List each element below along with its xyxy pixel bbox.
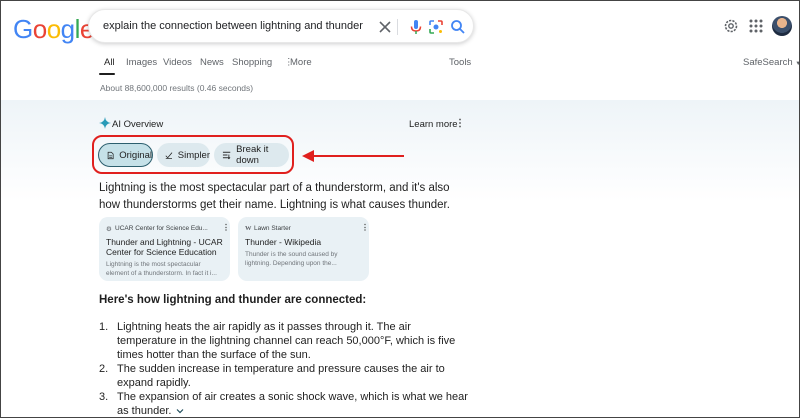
ai-overview-title: AI Overview: [112, 119, 164, 130]
list-item: 1. Lightning heats the air rapidly as it…: [99, 320, 469, 362]
list-item: 3. The expansion of air creates a sonic …: [99, 390, 469, 418]
overview-text: Lightning is the most spectacular part o…: [99, 182, 450, 211]
section-heading: Here's how lightning and thunder are con…: [99, 294, 367, 306]
step-text: Lightning heats the air rapidly as it pa…: [117, 321, 456, 361]
safesearch-button[interactable]: SafeSearch ▼: [743, 57, 800, 68]
active-tab-indicator: [99, 73, 115, 75]
source-site: Lawn Starter: [254, 225, 291, 232]
chip-break-it-down-label: Break it down: [236, 144, 269, 166]
tab-all[interactable]: All: [104, 57, 115, 68]
tab-news[interactable]: News: [200, 57, 224, 68]
chip-original-label: Original: [119, 149, 152, 161]
chip-simpler-label: Simpler: [177, 149, 210, 161]
results-count: About 88,600,000 results (0.46 seconds): [100, 83, 254, 93]
simplify-icon: [165, 152, 173, 159]
search-icon[interactable]: [449, 18, 467, 36]
chevron-down-icon[interactable]: [175, 407, 185, 415]
source-title[interactable]: Thunder - Wikipedia: [245, 237, 363, 247]
account-avatar[interactable]: [772, 16, 792, 36]
steps-list: 1. Lightning heats the air rapidly as it…: [99, 320, 469, 418]
source-card[interactable]: ⚙ UCAR Center for Science Edu... ⋮ Thund…: [99, 217, 230, 281]
ucar-favicon-icon: ⚙: [106, 226, 112, 233]
chip-original[interactable]: Original: [98, 143, 153, 167]
dropdown-caret-icon: ▼: [795, 61, 800, 67]
list-icon: [222, 151, 231, 160]
tab-videos[interactable]: Videos: [163, 57, 192, 68]
chip-simpler[interactable]: Simpler: [157, 143, 210, 167]
search-box[interactable]: explain the connection between lightning…: [88, 9, 474, 43]
learn-more-link[interactable]: Learn more: [409, 119, 458, 130]
apps-grid-icon[interactable]: [747, 17, 765, 35]
step-text: The sudden increase in temperature and p…: [117, 363, 445, 389]
microphone-icon[interactable]: [407, 18, 425, 36]
logo-letter: G: [13, 14, 33, 44]
source-snippet: Thunder is the sound caused by lightning…: [245, 251, 338, 267]
tab-images[interactable]: Images: [126, 57, 157, 68]
lens-icon[interactable]: [427, 18, 445, 36]
search-input[interactable]: explain the connection between lightning…: [103, 20, 363, 32]
logo-letter: g: [60, 14, 75, 44]
tab-more[interactable]: More: [290, 57, 312, 68]
list-number: 3.: [99, 391, 109, 403]
logo-letter: o: [32, 14, 47, 44]
step-text: The expansion of air creates a sonic sho…: [117, 391, 468, 417]
list-number: 1.: [99, 321, 109, 333]
wikipedia-favicon-icon: W: [245, 225, 252, 232]
safesearch-label: SafeSearch: [743, 57, 793, 68]
annotation-arrow: [302, 150, 404, 162]
source-title[interactable]: Thunder and Lightning - UCAR Center for …: [106, 237, 224, 257]
more-options-icon[interactable]: ⋮: [361, 223, 369, 232]
more-options-icon[interactable]: ⋮: [455, 118, 465, 129]
list-item: 2. The sudden increase in temperature an…: [99, 362, 469, 390]
ai-sparkle-icon: [99, 117, 111, 129]
more-options-icon[interactable]: ⋮: [222, 223, 230, 232]
search-divider: [397, 19, 398, 35]
chip-break-it-down[interactable]: Break it down: [214, 143, 289, 167]
source-card[interactable]: W Lawn Starter ⋮ Thunder - Wikipedia Thu…: [238, 217, 369, 281]
settings-gear-icon[interactable]: [722, 17, 740, 35]
source-site: UCAR Center for Science Edu...: [115, 225, 208, 232]
google-logo[interactable]: Google: [13, 14, 94, 45]
list-number: 2.: [99, 363, 109, 375]
logo-letter: o: [46, 14, 61, 44]
tools-button[interactable]: Tools: [449, 57, 471, 68]
tab-shopping[interactable]: Shopping: [232, 57, 272, 68]
source-snippet: Lightning is the most spectacular elemen…: [106, 261, 217, 277]
clear-icon[interactable]: [376, 18, 394, 36]
document-icon: [107, 151, 114, 159]
